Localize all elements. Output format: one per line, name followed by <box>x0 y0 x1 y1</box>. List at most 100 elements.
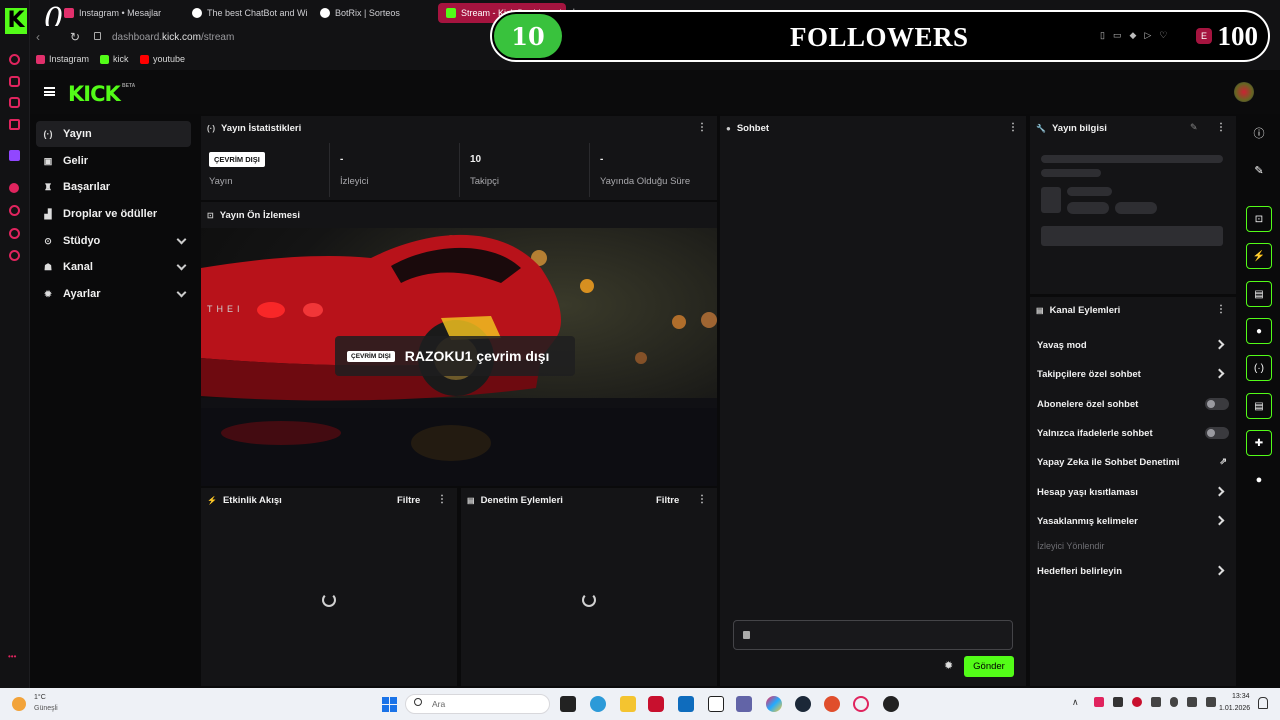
sidebar-item-droplar[interactable]: ▟ Droplar ve ödüller <box>36 201 191 227</box>
clock-time[interactable]: 13:34 <box>1232 693 1250 700</box>
sidebar-dot-icon[interactable] <box>9 183 19 193</box>
edit-pencil-icon[interactable]: ✎ <box>1190 122 1198 133</box>
sidebar-twitch-icon[interactable] <box>9 150 20 161</box>
screenshot-icon[interactable]: ▭ <box>1113 30 1122 41</box>
copilot-icon[interactable] <box>766 696 782 712</box>
list-icon[interactable]: ▤ <box>1246 393 1272 419</box>
activity-filter-button[interactable]: Filtre <box>397 495 420 506</box>
bookmark-youtube[interactable]: youtube <box>140 54 185 64</box>
stats-menu-icon[interactable]: ⋮ <box>697 122 707 133</box>
bookmark-instagram[interactable]: Instagram <box>36 54 89 64</box>
tray-network-icon[interactable] <box>1113 697 1123 707</box>
heart-icon[interactable]: ♡ <box>1159 30 1167 41</box>
tab-botrix[interactable]: BotRix | Sorteos <box>312 3 436 23</box>
action-followers-only[interactable]: Takipçilere özel sohbet <box>1037 364 1229 384</box>
chat-settings-icon[interactable]: ✹ <box>944 659 953 672</box>
start-button[interactable] <box>382 697 397 712</box>
action-slow-mode[interactable]: Yavaş mod <box>1037 335 1229 355</box>
chat-bubble-icon[interactable]: ● <box>1246 318 1272 344</box>
file-explorer-icon[interactable] <box>620 696 636 712</box>
bookmark-kick[interactable]: kick <box>100 54 129 64</box>
clock-date[interactable]: 1.01.2026 <box>1219 705 1250 712</box>
sidebar-messenger-icon[interactable] <box>9 54 20 65</box>
task-view-icon[interactable] <box>560 696 576 712</box>
channel-actions-menu-icon[interactable]: ⋮ <box>1216 304 1226 315</box>
sidebar-instagram-icon[interactable] <box>9 97 20 108</box>
moderation-menu-icon[interactable]: ⋮ <box>697 494 707 505</box>
tray-mic-icon[interactable] <box>1170 697 1178 707</box>
pencil-icon[interactable]: ✎ <box>1246 157 1272 183</box>
tray-app-icon[interactable] <box>1094 697 1104 707</box>
section-viewer-redirect: İzleyici Yönlendir <box>1037 541 1105 551</box>
back-icon[interactable]: ‹ <box>36 30 40 44</box>
sidebar-item-basarilar[interactable]: ♜ Başarılar <box>36 174 191 200</box>
teams-icon[interactable] <box>736 696 752 712</box>
tray-display-icon[interactable] <box>1187 697 1197 707</box>
chat-input[interactable] <box>733 620 1013 650</box>
opera-gx-icon[interactable] <box>853 696 869 712</box>
edge-icon[interactable] <box>590 696 606 712</box>
tab-chatbot[interactable]: The best ChatBot and Wi... <box>184 3 308 23</box>
pen-app-icon[interactable] <box>824 696 840 712</box>
outlook-icon[interactable] <box>678 696 694 712</box>
emotes-only-toggle[interactable] <box>1205 427 1229 439</box>
sidebar-item-gelir[interactable]: ▣ Gelir <box>36 148 191 174</box>
capcut-icon[interactable] <box>708 696 724 712</box>
chat-title: ● Sohbet <box>726 123 770 134</box>
profile-avatar[interactable]: E <box>1196 28 1212 44</box>
action-account-age[interactable]: Hesap yaşı kısıtlaması <box>1037 482 1229 502</box>
preview-toggle-icon[interactable]: ⊡ <box>1246 206 1272 232</box>
tray-chevron-icon[interactable]: ∧ <box>1072 697 1079 708</box>
kick-app-icon[interactable]: K <box>5 8 27 34</box>
sidebar-settings-icon[interactable] <box>9 250 20 261</box>
sidebar-item-studyo[interactable]: ⊙ Stüdyo <box>36 228 191 254</box>
lightning-icon[interactable]: ⚡ <box>1246 243 1272 269</box>
info-icon[interactable]: ⓘ <box>1246 120 1272 146</box>
wrench-icon[interactable]: ✚ <box>1246 430 1272 456</box>
weather-icon[interactable] <box>12 697 26 711</box>
tray-security-icon[interactable] <box>1132 697 1142 707</box>
kick-tab-icon <box>446 8 456 18</box>
reader-icon[interactable]: ▯ <box>1100 30 1105 41</box>
user-avatar[interactable] <box>1234 82 1254 102</box>
steam-icon[interactable] <box>795 696 811 712</box>
sidebar-calendar-icon[interactable] <box>9 119 20 130</box>
sidebar-item-yayin[interactable]: (·) Yayın <box>36 121 191 147</box>
kick-logo[interactable]: KICK <box>68 82 121 106</box>
document-icon[interactable]: ▤ <box>1246 281 1272 307</box>
volume-icon[interactable] <box>1206 697 1216 707</box>
obs-icon[interactable] <box>883 696 899 712</box>
hamburger-menu-icon[interactable] <box>44 87 55 96</box>
action-ai-moderation[interactable]: Yapay Zeka ile Sohbet Denetimi ⇗ <box>1037 452 1229 472</box>
action-set-goals[interactable]: Hedefleri belirleyin <box>1037 561 1229 581</box>
sidebar-item-ayarlar[interactable]: ✹ Ayarlar <box>36 281 191 307</box>
chevron-right-icon <box>1214 515 1225 526</box>
sidebar-item-kanal[interactable]: ☗ Kanal <box>36 254 191 280</box>
send-button[interactable]: Gönder <box>964 656 1014 677</box>
tab-instagram[interactable]: Instagram • Mesajlar <box>56 3 186 23</box>
notification-icon[interactable] <box>1258 697 1268 709</box>
broadcast-icon[interactable]: (·) <box>1246 355 1272 381</box>
action-subscribers-only[interactable]: Abonelere özel sohbet <box>1037 394 1229 414</box>
sidebar-clock-icon[interactable] <box>9 205 20 216</box>
tray-cloud-icon[interactable] <box>1151 697 1161 707</box>
chat-menu-icon[interactable]: ⋮ <box>1008 122 1018 133</box>
activity-menu-icon[interactable]: ⋮ <box>437 494 447 505</box>
record-app-icon[interactable] <box>648 696 664 712</box>
stream-info-menu-icon[interactable]: ⋮ <box>1216 122 1226 133</box>
sidebar-history-icon[interactable] <box>9 228 20 239</box>
moderation-filter-button[interactable]: Filtre <box>656 495 679 506</box>
action-banned-words[interactable]: Yasaklanmış kelimeler <box>1037 511 1229 531</box>
play-icon[interactable]: ▷ <box>1144 30 1151 41</box>
stream-preview[interactable]: THEI ÇEVRİM DIŞI RAZOKU1 çevrim dışı <box>201 228 717 486</box>
subscribers-only-toggle[interactable] <box>1205 398 1229 410</box>
reload-icon[interactable]: ↻ <box>70 30 80 44</box>
taskbar-search[interactable]: Ara <box>405 694 550 714</box>
shield-icon[interactable]: ◆ <box>1129 30 1136 41</box>
url-field[interactable]: dashboard.kick.com/stream <box>112 32 234 43</box>
action-emotes-only[interactable]: Yalnızca ifadelerle sohbet <box>1037 423 1229 443</box>
shapes-icon[interactable]: ● <box>1246 467 1272 493</box>
stream-info-title: 🔧 Yayın bilgisi <box>1036 123 1107 134</box>
sidebar-person-icon[interactable] <box>9 76 20 87</box>
sidebar-more-icon[interactable]: ••• <box>8 652 16 661</box>
